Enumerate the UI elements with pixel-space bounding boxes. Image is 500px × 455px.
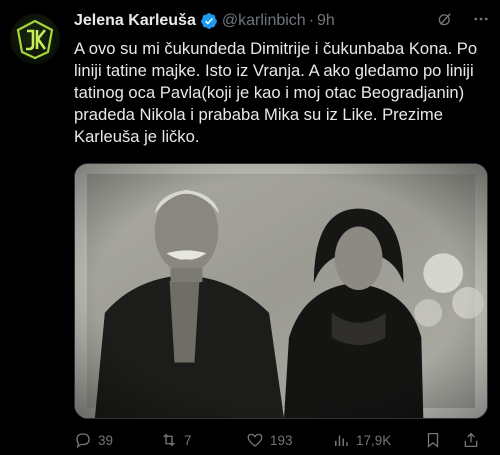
share-icon	[464, 432, 478, 448]
tweet-timestamp[interactable]: 9h	[317, 12, 335, 30]
retweet-count: 7	[184, 432, 192, 448]
views-count: 17,9K	[356, 432, 392, 448]
bookmark-icon	[427, 432, 439, 448]
jk-logo-icon	[16, 19, 54, 60]
views-button[interactable]: 17,9K	[332, 431, 424, 449]
bookmark-button[interactable]	[424, 431, 462, 449]
like-count: 193	[270, 432, 293, 448]
views-chart-icon	[335, 435, 348, 446]
author-handle[interactable]: @karlinbich	[222, 12, 306, 30]
share-button[interactable]	[462, 431, 480, 449]
author-avatar[interactable]	[10, 14, 60, 64]
reply-icon	[76, 433, 90, 449]
grok-icon[interactable]	[436, 10, 454, 33]
separator-dot: ·	[308, 12, 315, 29]
heart-icon	[247, 433, 263, 447]
verified-badge-icon	[200, 12, 218, 30]
reply-count: 39	[98, 432, 114, 448]
tweet-text: A ovo su mi čukundeda Dimitrije i čukunb…	[74, 39, 482, 146]
elderly-couple-portrait-image	[75, 164, 487, 418]
reply-button[interactable]: 39	[74, 431, 160, 449]
tweet-actions-bar: 39 7 193 17,9K	[74, 429, 494, 451]
tweet-header: Jelena Karleuša @karlinbich · 9h	[74, 10, 490, 32]
more-options-icon[interactable]	[472, 10, 490, 33]
retweet-button[interactable]: 7	[160, 431, 246, 449]
like-button[interactable]: 193	[246, 431, 332, 449]
author-name[interactable]: Jelena Karleuša	[74, 12, 196, 30]
tweet-photo[interactable]	[74, 163, 488, 419]
retweet-icon	[163, 433, 175, 447]
